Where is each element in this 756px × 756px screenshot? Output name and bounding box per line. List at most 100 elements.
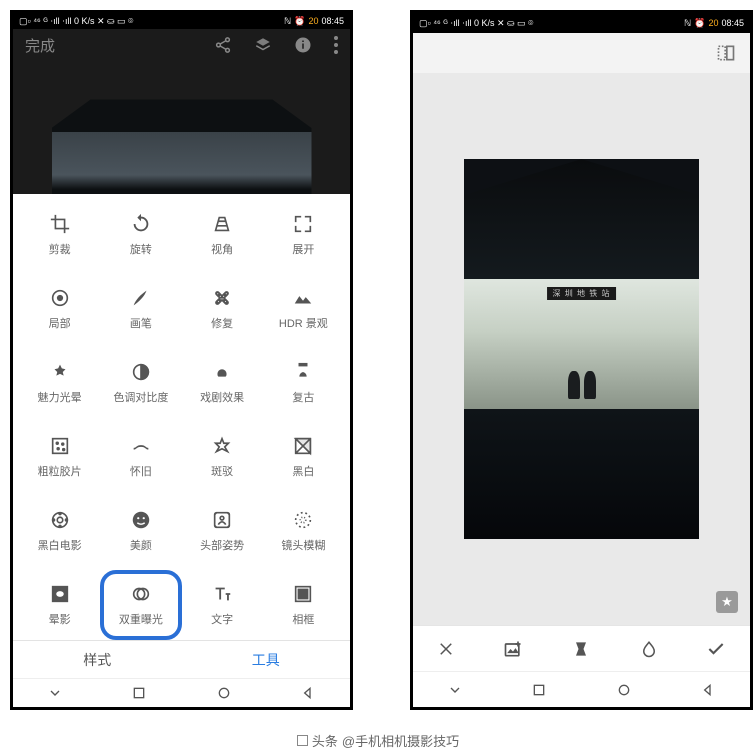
tool-label: 相框 <box>292 611 314 627</box>
tool-glamour[interactable]: 魅力光晕 <box>19 348 100 418</box>
add-image-icon[interactable] <box>503 639 523 659</box>
clock: 08:45 <box>721 18 744 28</box>
lensblur-icon <box>292 509 314 531</box>
tool-frame[interactable]: 相框 <box>263 570 344 640</box>
tool-selective[interactable]: 局部 <box>19 274 100 344</box>
more-icon[interactable] <box>334 36 338 54</box>
layers-icon[interactable] <box>254 36 272 54</box>
check-icon[interactable] <box>706 639 726 659</box>
photo-image: 深 圳 地 铁 站 <box>464 159 699 539</box>
tool-portrait[interactable]: 美颜 <box>100 496 181 566</box>
status-bar: ▢▫ ⁴⁶ ᴳ ⋅ıll ⋅ıll 0 K/s ✕ ⛀ ▭ ⌾ ℕ ⏰ 20 0… <box>13 13 350 29</box>
alarm-icon: ⏰ <box>294 16 305 27</box>
watermark-prefix: 头条 <box>312 731 338 750</box>
tool-label: 美颜 <box>130 537 152 553</box>
tool-tonal[interactable]: 色调对比度 <box>100 348 181 418</box>
bottom-tab-bar: 样式 工具 <box>13 640 350 677</box>
tool-brush[interactable]: 画笔 <box>100 274 181 344</box>
tool-label: 黑白 <box>292 463 314 479</box>
home-icon[interactable] <box>616 682 632 698</box>
double-icon <box>130 583 152 605</box>
done-button[interactable]: 完成 <box>25 35 55 56</box>
chevron-down-icon[interactable] <box>447 682 463 698</box>
alarm-icon: ⏰ <box>694 18 705 29</box>
info-icon[interactable] <box>294 36 312 54</box>
nfc-icon: ℕ <box>284 16 291 27</box>
tool-hdr[interactable]: HDR 景观 <box>263 274 344 344</box>
tool-bw[interactable]: 黑白 <box>263 422 344 492</box>
tool-vignette[interactable]: 晕影 <box>19 570 100 640</box>
tool-label: HDR 景观 <box>279 315 328 331</box>
close-icon[interactable] <box>437 640 455 658</box>
recent-apps-icon[interactable] <box>131 685 147 701</box>
headpose-icon <box>211 509 233 531</box>
tools-panel: 剪裁 旋转视角展开局部画笔 修复 HDR 景观魅力光晕色调对比度 戏剧效果 复古粗粒胶片怀… <box>13 194 350 640</box>
recent-apps-icon[interactable] <box>531 682 547 698</box>
tool-label: 复古 <box>292 389 314 405</box>
tool-retrolux[interactable]: 怀旧 <box>100 422 181 492</box>
share-icon[interactable] <box>214 36 232 54</box>
tool-label: 展开 <box>292 241 314 257</box>
tool-drama[interactable]: 戏剧效果 <box>182 348 263 418</box>
tool-grainy[interactable]: 粗粒胶片 <box>19 422 100 492</box>
tool-vintage[interactable]: 复古 <box>263 348 344 418</box>
tool-label: 画笔 <box>130 315 152 331</box>
chevron-down-icon[interactable] <box>47 685 63 701</box>
double-exposure-toolbar <box>413 625 750 671</box>
back-icon[interactable] <box>300 685 316 701</box>
tool-label: 斑驳 <box>211 463 233 479</box>
noir-icon <box>49 509 71 531</box>
android-nav-bar <box>413 671 750 707</box>
battery-level: 20 <box>308 16 318 26</box>
selective-icon <box>49 287 71 309</box>
status-bar: ▢▫ ⁴⁶ ᴳ ⋅ıll ⋅ıll 0 K/s ✕ ⛀ ▭ ⌾ ℕ ⏰ 20 0… <box>413 13 750 33</box>
tool-label: 戏剧效果 <box>200 389 244 405</box>
tool-lensblur[interactable]: 镜头模糊 <box>263 496 344 566</box>
tool-noir[interactable]: 黑白电影 <box>19 496 100 566</box>
tool-label: 双重曝光 <box>119 611 163 627</box>
watermark-handle: @手机相机摄影技巧 <box>342 731 459 750</box>
battery-level: 20 <box>708 18 718 28</box>
tool-crop[interactable]: 剪裁 <box>19 200 100 270</box>
glamour-icon <box>49 361 71 383</box>
tool-label: 怀旧 <box>130 463 152 479</box>
grunge-icon <box>211 435 233 457</box>
tab-styles[interactable]: 样式 <box>13 641 182 677</box>
tool-label: 剪裁 <box>49 241 71 257</box>
hdr-icon <box>292 287 314 309</box>
tool-label: 晕影 <box>49 611 71 627</box>
editor-top-bar: 完成 <box>13 29 350 61</box>
compare-icon[interactable] <box>716 43 736 63</box>
tool-text[interactable]: 文字 <box>182 570 263 640</box>
tool-label: 文字 <box>211 611 233 627</box>
expand-icon <box>292 213 314 235</box>
star-icon[interactable]: ★ <box>716 591 738 613</box>
crop-icon <box>49 213 71 235</box>
home-icon[interactable] <box>216 685 232 701</box>
opacity-icon[interactable] <box>640 640 658 658</box>
tool-expand[interactable]: 展开 <box>263 200 344 270</box>
tab-tools[interactable]: 工具 <box>182 641 351 677</box>
tool-label: 镜头模糊 <box>281 537 325 553</box>
bw-icon <box>292 435 314 457</box>
blend-mode-icon[interactable] <box>571 639 591 659</box>
tool-perspective[interactable]: 视角 <box>182 200 263 270</box>
brush-icon <box>130 287 152 309</box>
tool-healing[interactable]: 修复 <box>182 274 263 344</box>
tool-label: 黑白电影 <box>38 537 82 553</box>
tool-label: 色调对比度 <box>113 389 168 405</box>
watermark: 头条 @手机相机摄影技巧 <box>0 731 756 750</box>
status-left-indicators: ▢▫ ⁴⁶ ᴳ ⋅ıll ⋅ıll 0 K/s ✕ ⛀ ▭ ⌾ <box>419 18 533 29</box>
portrait-icon <box>130 509 152 531</box>
tool-grunge[interactable]: 斑驳 <box>182 422 263 492</box>
tool-double[interactable]: 双重曝光 <box>100 570 181 640</box>
healing-icon <box>211 287 233 309</box>
back-icon[interactable] <box>700 682 716 698</box>
tool-rotate[interactable]: 旋转 <box>100 200 181 270</box>
tool-headpose[interactable]: 头部姿势 <box>182 496 263 566</box>
image-preview <box>13 61 350 194</box>
editor-canvas[interactable]: 深 圳 地 铁 站 ★ <box>413 73 750 625</box>
rotate-icon <box>130 213 152 235</box>
preview-image <box>52 99 312 194</box>
android-nav-bar <box>13 678 350 707</box>
